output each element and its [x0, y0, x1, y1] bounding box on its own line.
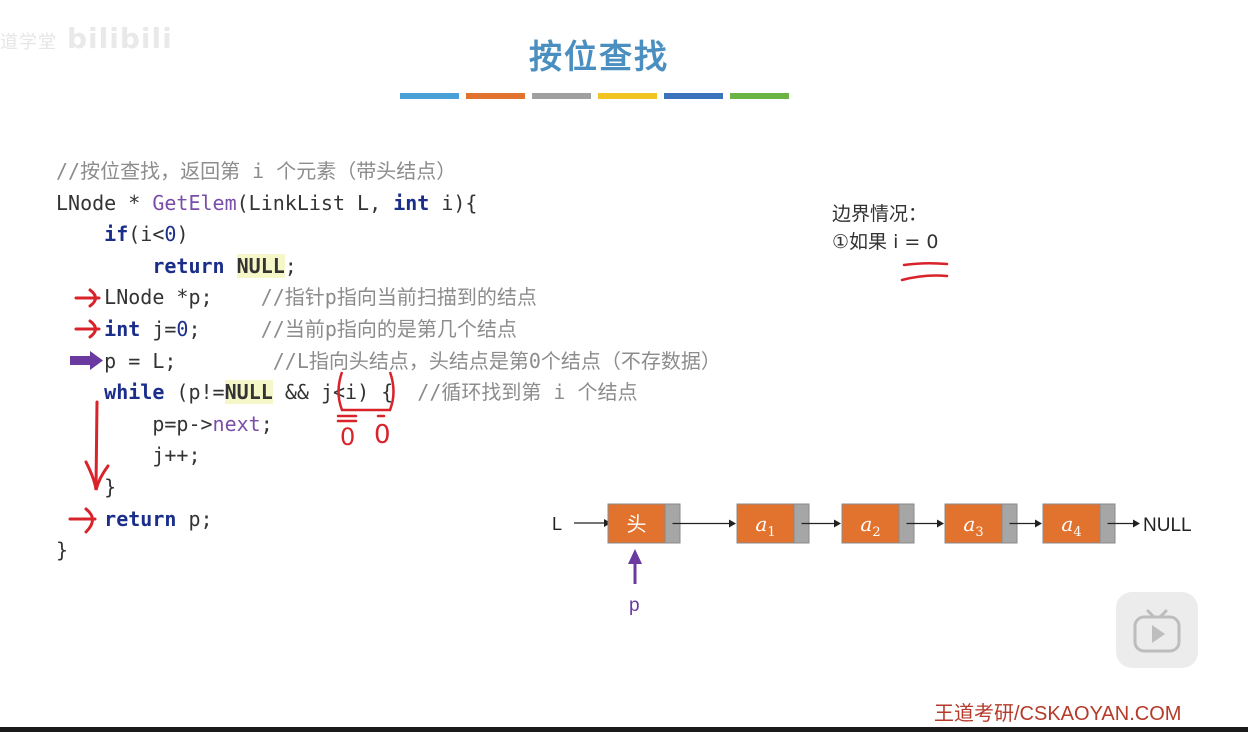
list-node: a1: [736, 503, 810, 544]
handwritten-zero-a: 0: [340, 423, 355, 451]
red-double-underline-boundary: [900, 261, 949, 282]
list-end-null-label: NULL: [1143, 515, 1192, 536]
linked-list-diagram: L 头 a1 a2 a3 a4 NULL: [552, 503, 1192, 544]
footer-brand: 王道考研/CSKAOYAN.COM: [934, 703, 1182, 725]
head-node-label: 头: [627, 512, 647, 536]
red-arrow-decl-j: [74, 319, 101, 339]
annotation-overlay: 0 0 L 头 a1 a2 a3 a4 NULL p: [68, 261, 1192, 616]
list-node: a3: [944, 503, 1018, 544]
bottom-rule: [0, 727, 1248, 732]
list-node: a4: [1042, 503, 1116, 544]
pointer-p-arrow: [628, 549, 642, 584]
red-loop-down-arrow: [84, 400, 110, 491]
list-node: a2: [841, 503, 915, 544]
red-arrow-return-p: [68, 507, 97, 534]
pointer-p-label: p: [629, 595, 640, 616]
list-start-label: L: [552, 514, 562, 534]
next-pointer-arrow: [672, 519, 736, 528]
red-arrow-decl-p: [74, 288, 101, 308]
play-icon: [1133, 609, 1181, 653]
play-button[interactable]: [1116, 592, 1198, 668]
red-circle-while-cond: [337, 371, 395, 412]
handwritten-zero-b: 0: [374, 420, 391, 450]
purple-current-line-arrow: [70, 351, 103, 370]
arrow-l-to-head: [574, 519, 611, 527]
slide: 道学堂 bilibili 按位查找 //按位查找，返回第 i 个元素（带头结点） …: [0, 0, 1248, 732]
head-node: 头: [607, 503, 681, 544]
